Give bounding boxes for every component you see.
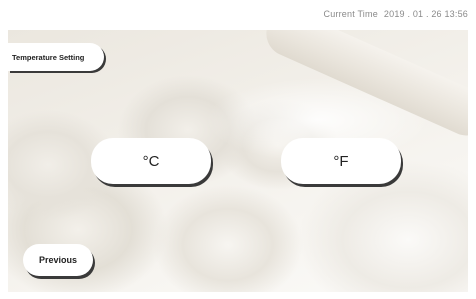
- section-title: Temperature Setting: [12, 52, 85, 62]
- current-time: Current Time 2019 . 01 . 26 13:56: [324, 9, 469, 19]
- previous-button[interactable]: Previous: [23, 244, 93, 276]
- previous-button-label: Previous: [38, 255, 78, 265]
- current-time-value: 2019 . 01 . 26 13:56: [383, 9, 468, 19]
- status-bar: Current Time 2019 . 01 . 26 13:56: [0, 0, 476, 30]
- celsius-button[interactable]: °C: [91, 138, 211, 184]
- section-title-tab: Temperature Setting: [8, 43, 104, 71]
- main-screen: Temperature Setting °C °F Previous: [8, 30, 468, 292]
- background-rolling-pin: [259, 30, 468, 143]
- fahrenheit-button-label: °F: [333, 152, 349, 170]
- celsius-button-label: °C: [142, 152, 160, 170]
- current-time-label: Current Time: [323, 9, 378, 19]
- fahrenheit-button[interactable]: °F: [281, 138, 401, 184]
